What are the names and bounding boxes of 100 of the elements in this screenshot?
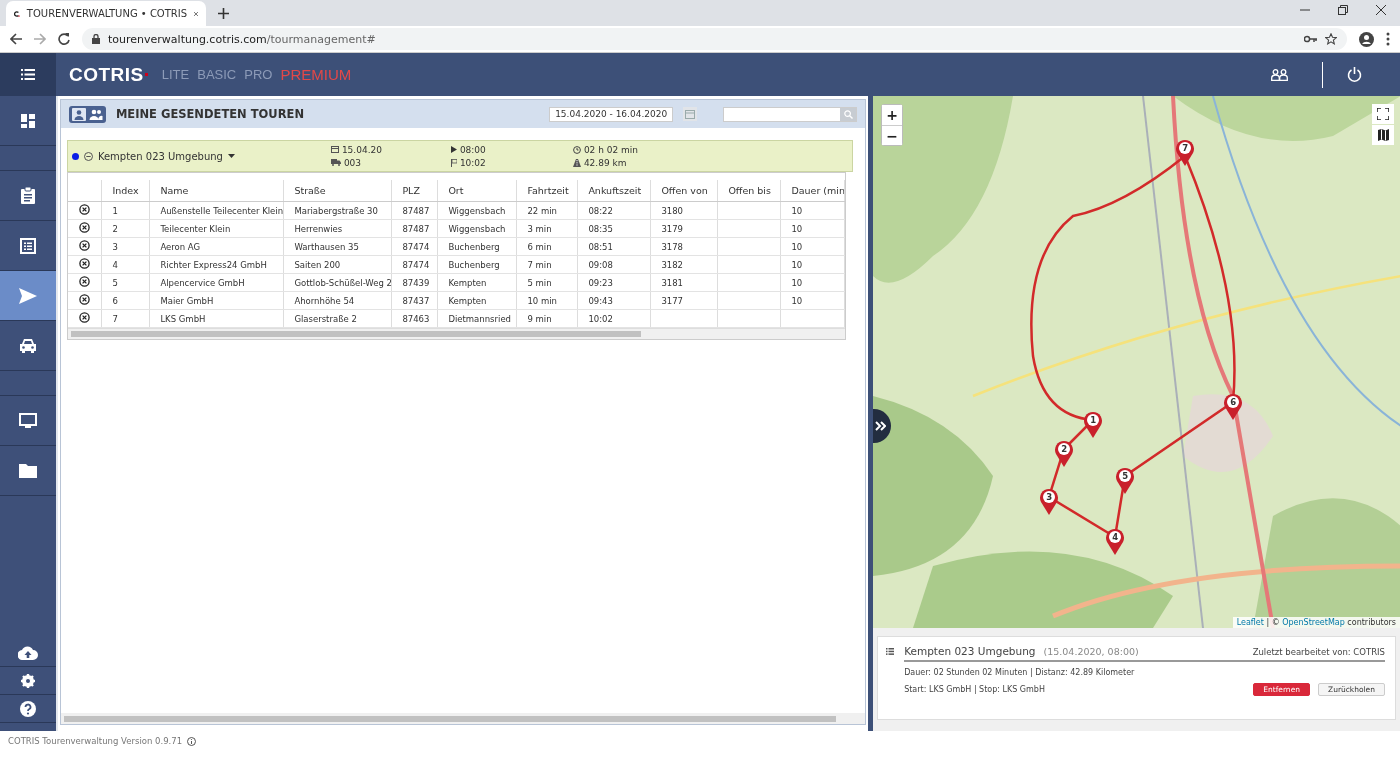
map-marker[interactable]: 1: [1083, 410, 1104, 438]
users-icon[interactable]: [1271, 68, 1288, 81]
column-header[interactable]: Index: [101, 180, 150, 202]
table-cell: 7 min: [527, 259, 552, 270]
table-cell: 09:23: [588, 277, 613, 288]
table-cell: Buchenberg: [448, 259, 500, 270]
end-time: 10:02: [459, 157, 486, 168]
remove-icon[interactable]: [79, 276, 91, 287]
cloud-upload-icon: [17, 645, 38, 660]
table-cell: 5 min: [527, 277, 552, 288]
flag-icon: [450, 158, 457, 167]
table-cell: 10: [791, 259, 803, 270]
map-marker[interactable]: 7: [1175, 138, 1196, 166]
table-cell: 10 min: [527, 295, 557, 306]
table-cell: Kempten: [448, 277, 487, 288]
table-cell: 87463: [402, 313, 430, 324]
scrollbar-thumb[interactable]: [63, 715, 836, 722]
power-icon[interactable]: [1347, 67, 1362, 82]
account-icon[interactable]: [1359, 31, 1374, 47]
edition-label: LITE: [161, 67, 190, 82]
lock-icon: [92, 34, 100, 44]
table-cell: Gottlob-Schüßel-Weg 2: [294, 277, 392, 288]
close-icon[interactable]: [194, 9, 198, 18]
user-icon[interactable]: [71, 107, 86, 121]
table-cell: 3178: [661, 241, 683, 252]
tour-summary: Dauer: 02 Stunden 02 Minuten | Distanz: 42.89 Kilometer: [904, 668, 1136, 677]
date-range-field[interactable]: 15.04.2020 - 16.04.2020: [549, 106, 674, 122]
table-cell: 87439: [402, 277, 430, 288]
remove-icon[interactable]: [79, 294, 91, 305]
close-icon[interactable]: [1376, 5, 1386, 15]
fullscreen-button[interactable]: [1372, 104, 1394, 124]
road-icon: [572, 158, 581, 167]
table-cell: 4: [112, 259, 118, 270]
remove-icon[interactable]: [79, 204, 91, 215]
restore-icon[interactable]: [1338, 5, 1348, 15]
column-header[interactable]: Name: [149, 180, 284, 202]
remove-icon[interactable]: [79, 240, 91, 251]
column-header[interactable]: Ankuftszeit: [577, 180, 651, 202]
caret-icon[interactable]: [227, 154, 235, 158]
reload-icon[interactable]: [58, 33, 70, 45]
table-cell: 9 min: [527, 313, 552, 324]
dashboard-icon: [19, 112, 36, 129]
settings-icon: [20, 673, 35, 688]
edition-label: PRO: [244, 67, 273, 82]
table-cell: Alpencervice GmbH: [160, 277, 245, 288]
zoom-out-button[interactable]: −: [882, 125, 903, 145]
map-marker[interactable]: 4: [1105, 527, 1126, 555]
users-icon[interactable]: [88, 107, 103, 121]
map-marker[interactable]: 3: [1039, 487, 1060, 515]
map-layers-button[interactable]: [1372, 125, 1394, 145]
search-field[interactable]: [723, 106, 858, 122]
menu-icon[interactable]: [21, 69, 35, 80]
table-cell: 87487: [402, 223, 430, 234]
back-icon[interactable]: [10, 33, 22, 45]
column-header[interactable]: Offen bis: [717, 180, 781, 202]
version-text: COTRIS Tourenverwaltung Version 0.9.71: [8, 736, 183, 746]
edition-label: PREMIUM: [280, 66, 352, 83]
tour-name: Kempten 023 Umgebung: [97, 150, 223, 162]
table-cell: 6 min: [527, 241, 552, 252]
scrollbar-thumb[interactable]: [70, 331, 641, 337]
table-cell: Ahornhöhe 54: [294, 295, 355, 306]
map-marker[interactable]: 2: [1054, 439, 1075, 467]
star-icon[interactable]: [1325, 33, 1337, 45]
info-icon[interactable]: [187, 736, 197, 746]
new-tab-icon[interactable]: [218, 8, 229, 19]
remove-icon[interactable]: [79, 312, 91, 323]
table-cell: Saiten 200: [294, 259, 341, 270]
column-header[interactable]: Offen von: [650, 180, 718, 202]
start-time: 08:00: [459, 144, 486, 155]
tour-date: 15.04.20: [341, 144, 382, 155]
table-cell: Glaserstraße 2: [294, 313, 357, 324]
osm-link[interactable]: OpenStreetMap: [1282, 618, 1345, 627]
remove-icon[interactable]: [79, 258, 91, 269]
remove-icon[interactable]: [79, 222, 91, 233]
table-cell: 87437: [402, 295, 430, 306]
map-marker[interactable]: 5: [1115, 466, 1136, 494]
column-header[interactable]: PLZ: [391, 180, 438, 202]
table-cell: 10:02: [588, 313, 613, 324]
key-icon[interactable]: [1304, 35, 1317, 43]
calendar-icon: [330, 146, 339, 153]
double-chevron-icon: [874, 421, 886, 431]
vehicle-number: 003: [343, 157, 362, 168]
map-marker[interactable]: 6: [1223, 392, 1244, 420]
tab-title: TOURENVERWALTUNG • COTRIS: [26, 8, 188, 19]
leaflet-link[interactable]: Leaflet: [1236, 618, 1264, 627]
table-cell: Herrenwies: [294, 223, 343, 234]
edition-label: BASIC: [197, 67, 237, 82]
address-bar[interactable]: tourenverwaltung.cotris.com/tourmanagement#: [82, 28, 1347, 50]
column-header[interactable]: Straße: [283, 180, 392, 202]
table-cell: 87487: [402, 205, 430, 216]
column-header[interactable]: Dauer (min: [780, 180, 845, 202]
tour-title: Kempten 023 Umgebung: [904, 645, 1036, 657]
column-header[interactable]: Fahrtzeit: [516, 180, 578, 202]
tour-group-row[interactable]: Kempten 023 Umgebung 15.04.20 003 08:00 10:02 02 h 02 min 42.89 km: [66, 140, 854, 172]
column-header[interactable]: Ort: [437, 180, 517, 202]
browser-tab[interactable]: TOURENVERWALTUNG • COTRIS: [6, 1, 206, 26]
tour-distance: 42.89 km: [583, 157, 627, 168]
collapse-icon[interactable]: [83, 151, 93, 161]
table-cell: 22 min: [527, 205, 557, 216]
more-icon[interactable]: [1386, 32, 1390, 46]
